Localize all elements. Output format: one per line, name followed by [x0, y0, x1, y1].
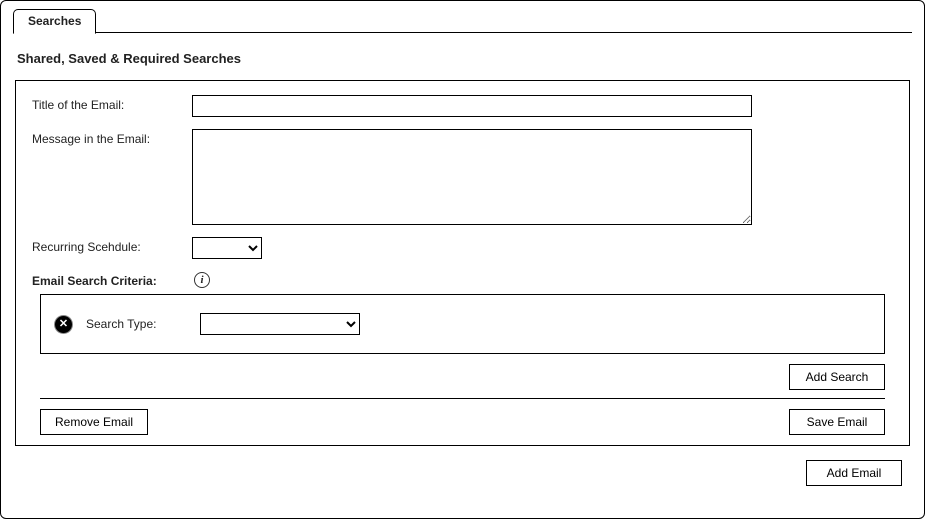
remove-criteria-icon[interactable]: ✕ [55, 316, 72, 333]
row-title: Title of the Email: [32, 95, 893, 117]
info-icon[interactable]: i [194, 272, 210, 288]
label-message: Message in the Email: [32, 129, 192, 146]
input-email-message[interactable] [192, 129, 752, 225]
label-title: Title of the Email: [32, 95, 192, 112]
add-email-button[interactable]: Add Email [806, 460, 902, 486]
row-message: Message in the Email: [32, 129, 893, 225]
row-schedule: Recurring Scehdule: [32, 237, 893, 259]
input-email-title[interactable] [192, 95, 752, 117]
remove-email-button[interactable]: Remove Email [40, 409, 148, 435]
label-search-type: Search Type: [86, 317, 186, 331]
divider [40, 398, 885, 399]
section-title: Shared, Saved & Required Searches [17, 51, 912, 66]
select-search-type[interactable] [200, 313, 360, 335]
tab-searches[interactable]: Searches [13, 9, 96, 34]
row-add-search: Add Search [40, 364, 885, 390]
info-glyph: i [200, 275, 203, 286]
searches-panel: Searches Shared, Saved & Required Search… [0, 0, 925, 519]
row-criteria-heading: Email Search Criteria: i [32, 271, 893, 288]
save-email-button[interactable]: Save Email [789, 409, 885, 435]
select-recurring-schedule[interactable] [192, 237, 262, 259]
email-form-panel: Title of the Email: Message in the Email… [15, 80, 910, 446]
row-email-actions: Remove Email Save Email [40, 409, 885, 435]
add-search-button[interactable]: Add Search [789, 364, 885, 390]
label-schedule: Recurring Scehdule: [32, 237, 192, 254]
row-add-email: Add Email [13, 460, 902, 486]
criteria-box: ✕ Search Type: [40, 294, 885, 354]
tab-searches-label: Searches [28, 14, 81, 28]
remove-glyph: ✕ [59, 319, 68, 330]
label-criteria-heading: Email Search Criteria: [32, 271, 192, 288]
criteria-row: ✕ Search Type: [55, 313, 870, 335]
tab-underline [13, 32, 912, 33]
tab-row: Searches [13, 9, 912, 33]
